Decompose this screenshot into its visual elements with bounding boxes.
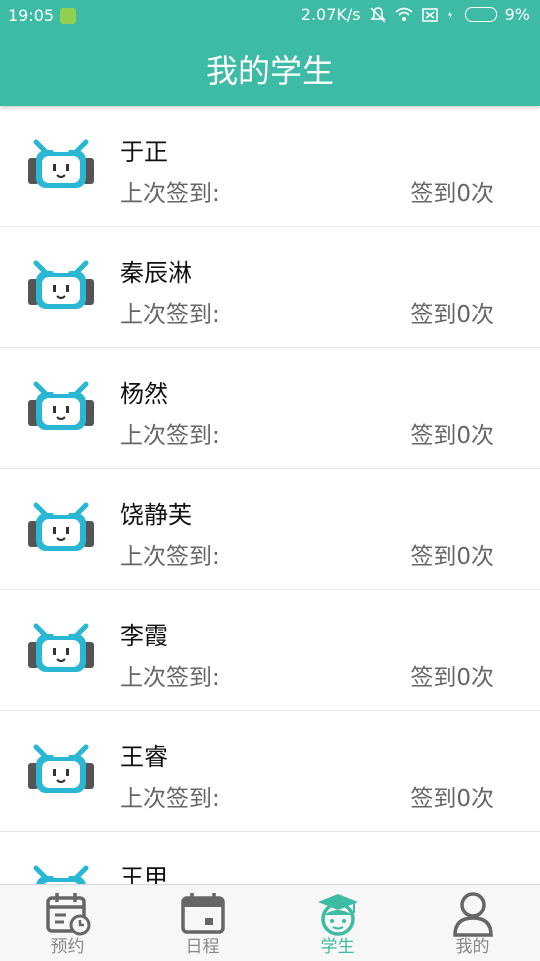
- checkin-count: 签到0次: [410, 181, 494, 207]
- tab-label: 预约: [50, 937, 85, 957]
- student-icon: [317, 894, 358, 936]
- robot-avatar-icon: [28, 260, 94, 309]
- last-checkin-label: 上次签到:: [120, 181, 220, 207]
- status-time: 19:05: [8, 6, 55, 25]
- tab-schedule[interactable]: 日程: [135, 885, 270, 961]
- page-title: 我的学生: [205, 52, 334, 90]
- student-name: 秦辰淋: [120, 259, 192, 287]
- robot-avatar-icon: [33, 865, 89, 884]
- robot-avatar-icon: [28, 381, 94, 430]
- charging-icon: [447, 10, 452, 19]
- student-name: 于正: [120, 138, 168, 166]
- robot-avatar-icon: [28, 502, 94, 551]
- tab-label: 日程: [185, 937, 220, 957]
- tab-mine[interactable]: 我的: [405, 885, 540, 961]
- wifi-icon: [395, 7, 413, 21]
- last-checkin-label: 上次签到:: [120, 423, 220, 449]
- app-notification-icon: [60, 8, 76, 24]
- last-checkin-label: 上次签到:: [120, 302, 220, 328]
- tab-label: 学生: [320, 937, 355, 957]
- student-name: 杨然: [120, 380, 168, 408]
- student-list: 于正 上次签到: 签到0次 秦辰淋 上次签到: 签到0次 杨然 上次签到: 签到0次 饶静芙 上次签…: [0, 106, 540, 884]
- robot-avatar-icon: [28, 139, 94, 188]
- student-row[interactable]: 王甲上次签到:签到0次: [0, 832, 540, 884]
- tab-students[interactable]: 学生: [270, 885, 405, 961]
- battery-icon: [464, 7, 497, 22]
- network-speed: 2.07K/s: [300, 5, 361, 24]
- checkin-count: 签到0次: [410, 423, 494, 449]
- student-row[interactable]: 王睿上次签到: 签到0次: [0, 711, 540, 832]
- last-checkin-label: 上次签到:: [120, 665, 220, 691]
- no-sim-icon: [421, 7, 438, 22]
- status-bar: 19:05 2.07K/s 9%: [0, 0, 540, 32]
- student-name: 饶静芙: [120, 501, 192, 529]
- student-row[interactable]: 杨然上次签到: 签到0次: [0, 348, 540, 469]
- battery-percent: 9%: [504, 5, 530, 24]
- top-app-bar: 19:05 2.07K/s 9% 我的学生: [0, 0, 540, 106]
- student-row[interactable]: 饶静芙上次签到: 签到0次: [0, 469, 540, 590]
- student-row[interactable]: 于正上次签到: 签到0次: [0, 106, 540, 227]
- checkin-count: 签到0次: [410, 786, 494, 812]
- student-name: 李霞: [120, 622, 168, 650]
- checkin-count: 签到0次: [410, 665, 494, 691]
- status-right-group: 2.07K/s 9%: [301, 5, 530, 24]
- calendar-clock-icon: [45, 893, 90, 936]
- student-row[interactable]: 秦辰淋上次签到: 签到0次: [0, 227, 540, 348]
- tab-appointment[interactable]: 预约: [0, 885, 135, 961]
- checkin-count: 签到0次: [410, 544, 494, 570]
- calendar-icon: [180, 893, 225, 934]
- student-name: 王甲: [120, 864, 168, 884]
- mute-bell-icon: [369, 6, 386, 23]
- checkin-count: 签到0次: [410, 302, 494, 328]
- robot-avatar-icon: [28, 623, 94, 672]
- student-row[interactable]: 李霞上次签到: 签到0次: [0, 590, 540, 711]
- last-checkin-label: 上次签到:: [120, 786, 220, 812]
- robot-avatar-icon: [28, 744, 94, 793]
- bottom-tab-bar: 预约 日程 学生 我的: [0, 884, 540, 961]
- last-checkin-label: 上次签到:: [120, 544, 220, 570]
- tab-label: 我的: [455, 937, 490, 957]
- user-icon: [452, 892, 493, 937]
- student-name: 王睿: [120, 743, 168, 771]
